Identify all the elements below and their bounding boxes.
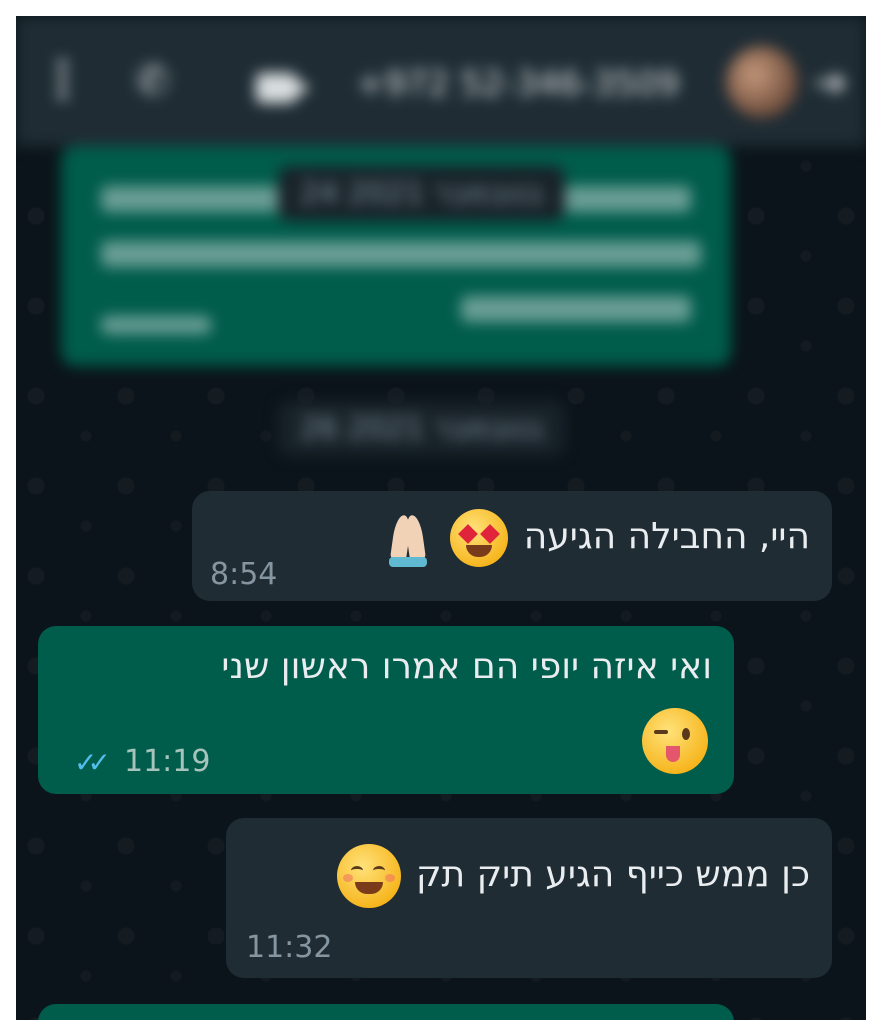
heart-eyes-emoji-icon [450,509,509,567]
message-bubble-incoming[interactable]: היי, החבילה הגיעה 8:54 [192,491,832,601]
chat-screen: ✆ +972 52-346-3509 ➔ 24 בנובמבר 2021 26 … [16,16,866,1020]
chat-header: ✆ +972 52-346-3509 ➔ [16,16,866,146]
winking-tongue-emoji-icon [642,708,708,774]
message-time: 11:32 [246,930,333,965]
contact-name[interactable]: +972 52-346-3509 [356,64,716,104]
message-bubble-outgoing[interactable]: ואי איזה יופי הם אמרו ראשון שני ✓✓ 11:19 [38,626,734,794]
message-text: היי, החבילה הגיעה [387,509,810,567]
message-time: 8:54 [210,557,278,592]
message-bubble-incoming[interactable]: כן ממש כייף הגיע תיק תק 11:32 [226,818,832,978]
back-arrow-icon[interactable]: ➔ [814,60,848,106]
message-time: 11:19 [124,744,211,779]
date-separator: 26 בנובמבר 2021 [278,401,566,456]
message-text: כן ממש כייף הגיע תיק תק [333,844,810,908]
message-text: ואי איזה יופי הם אמרו ראשון שני [221,646,712,687]
read-receipt-icon: ✓✓ [74,746,111,779]
video-call-icon[interactable] [256,73,310,103]
avatar[interactable] [726,46,798,118]
folded-hands-emoji-icon [387,509,429,567]
smiling-face-emoji-icon [336,844,401,908]
blurred-region: ✆ +972 52-346-3509 ➔ 24 בנובמבר 2021 26 … [16,16,866,466]
message-bubble-outgoing-partial[interactable] [38,1004,734,1020]
more-vertical-icon[interactable] [58,56,70,100]
phone-icon[interactable]: ✆ [136,58,170,104]
date-chip: 24 בנובמבר 2021 [278,166,566,221]
